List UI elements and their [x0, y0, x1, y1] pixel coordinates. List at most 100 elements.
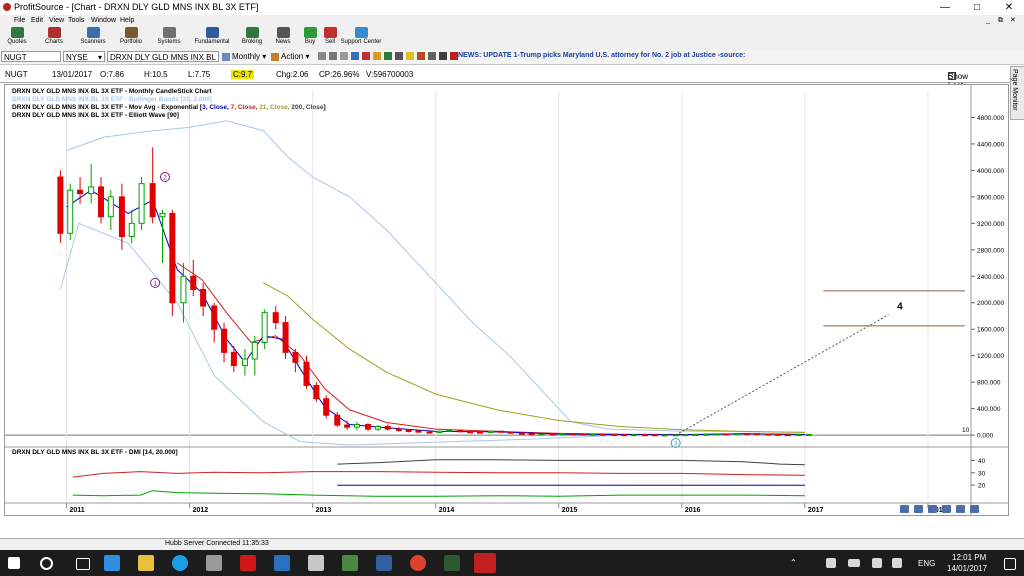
action-menu[interactable]: Action ▾	[271, 52, 309, 61]
menu-tools[interactable]: Tools	[68, 15, 84, 26]
vpn-app-icon[interactable]	[376, 555, 392, 571]
candle-body	[323, 398, 330, 416]
battery-icon[interactable]	[848, 559, 860, 567]
mdi-minimize-button[interactable]: _	[986, 15, 990, 26]
k-app-icon[interactable]	[240, 555, 256, 571]
exchange-select[interactable]: NYSE ▾	[63, 51, 105, 62]
candle-body	[590, 433, 597, 436]
zoom-out-icon[interactable]	[329, 52, 337, 60]
dmi-tick-label: 20	[978, 483, 986, 490]
candle-body	[77, 189, 84, 195]
language-indicator[interactable]: ENG	[918, 559, 935, 568]
symbol-input[interactable]: NUGT	[1, 51, 61, 62]
fibonacci-icon[interactable]	[373, 52, 381, 60]
app-logo-icon	[3, 3, 11, 11]
candle-body	[303, 361, 310, 386]
toolbar-buy-button[interactable]: Buy	[300, 27, 320, 49]
edge-icon[interactable]	[104, 555, 120, 571]
menu-help[interactable]: Help	[120, 15, 134, 26]
close-button[interactable]: ✕	[994, 0, 1024, 15]
price-tick-label: 2400.000	[977, 274, 1004, 281]
text-tool-icon[interactable]	[362, 52, 370, 60]
menu-edit[interactable]: Edit	[31, 15, 43, 26]
toolbar-sell-button[interactable]: Sell	[320, 27, 340, 49]
scroll-next-icon[interactable]	[956, 505, 965, 513]
quote-symbol: NUGT	[5, 70, 28, 79]
bulb-icon[interactable]	[406, 52, 414, 60]
year-label: 2011	[70, 507, 85, 514]
taskbar-time[interactable]: 12:01 PM	[952, 553, 986, 562]
tray-chevron-icon[interactable]: ⌃	[790, 558, 797, 567]
candle-body	[353, 423, 360, 428]
task-view-icon[interactable]	[76, 558, 90, 570]
zoom-in-icon[interactable]	[318, 52, 326, 60]
trading-app-icon[interactable]	[444, 555, 460, 571]
candle-body	[334, 414, 341, 426]
taskbar-date[interactable]: 14/01/2017	[947, 564, 987, 573]
chart-area[interactable]: 2 1 3 4 0.000 400.000 800.000 1200.000 1600.000…	[4, 84, 1009, 516]
search-icon[interactable]	[40, 557, 53, 570]
candle-body	[538, 433, 545, 436]
maximize-button[interactable]: □	[962, 0, 992, 15]
toolbar-news-button[interactable]: News	[272, 27, 294, 49]
crosshair-icon[interactable]	[340, 52, 348, 60]
candle-body	[753, 433, 760, 436]
menu-file[interactable]: File	[14, 15, 25, 26]
windows-start-icon[interactable]	[8, 557, 20, 569]
channel-icon[interactable]	[384, 52, 392, 60]
scroll-end-icon[interactable]	[970, 505, 979, 513]
file-explorer-icon[interactable]	[138, 555, 154, 571]
notifications-icon[interactable]	[1004, 558, 1016, 570]
action-icon	[271, 52, 279, 61]
mdi-close-button[interactable]: ✕	[1010, 15, 1016, 26]
profitsource-taskbar-icon[interactable]	[474, 553, 496, 573]
arrow-icon[interactable]	[395, 52, 403, 60]
price-tick-label: 2800.000	[977, 247, 1004, 254]
menu-view[interactable]: View	[49, 15, 64, 26]
candle-body	[426, 431, 433, 434]
toolbar-quotes-button[interactable]: Quotes	[4, 27, 30, 49]
volume-icon[interactable]	[892, 558, 902, 568]
toolbar-charts-button[interactable]: Charts	[40, 27, 68, 49]
toolbar-fundamental-button[interactable]: Fundamental	[192, 27, 232, 49]
toolbar-portfolio-button[interactable]: Portfolio	[116, 27, 146, 49]
scroll-home-icon[interactable]	[928, 505, 937, 513]
alert-icon[interactable]	[450, 52, 458, 60]
year-label: 2012	[193, 507, 209, 514]
wifi-icon[interactable]	[872, 558, 882, 568]
print-icon[interactable]	[439, 52, 447, 60]
security-description-field[interactable]: DRXN DLY GLD MNS INX BL 3X	[107, 51, 219, 62]
candle-body	[641, 434, 648, 437]
gear-icon[interactable]	[428, 52, 436, 60]
mdi-restore-button[interactable]: ⧉	[998, 15, 1003, 26]
skype-icon[interactable]	[172, 555, 188, 571]
menu-window[interactable]: Window	[91, 15, 116, 26]
chart-app-icon[interactable]	[342, 555, 358, 571]
toolbar-support-center-button[interactable]: Support Center	[340, 27, 382, 49]
year-label: 2017	[808, 507, 824, 514]
quotes-icon	[10, 27, 24, 38]
news-ticker[interactable]: NEWS: UPDATE 1-Trump picks Maryland U.S.…	[458, 52, 745, 59]
page-monitor-tab[interactable]: Page Monitor	[1010, 66, 1024, 120]
toolbar-scanners-button[interactable]: Scanners	[78, 27, 108, 49]
zoom-in-icon[interactable]	[900, 505, 909, 513]
pinned-app-icon[interactable]	[308, 555, 324, 571]
calculator-icon[interactable]	[206, 555, 222, 571]
toolbar-systems-button[interactable]: Systems	[154, 27, 184, 49]
chrome-icon[interactable]	[410, 555, 426, 571]
minimize-button[interactable]: —	[930, 0, 960, 15]
zoom-out-icon[interactable]	[914, 505, 923, 513]
price-tick-label: 400.000	[977, 406, 1001, 413]
flag-icon[interactable]	[417, 52, 425, 60]
wave-label: 4	[897, 301, 903, 312]
sell-icon	[323, 27, 337, 38]
trendline-icon[interactable]	[351, 52, 359, 60]
candle-body	[395, 428, 402, 431]
period-select[interactable]: Monthly ▾	[222, 52, 266, 61]
scroll-prev-icon[interactable]	[942, 505, 951, 513]
shield-app-icon[interactable]	[274, 555, 290, 571]
server-status: Hubb Server Connected 11:35:33	[165, 540, 269, 547]
network-icon[interactable]	[826, 558, 836, 568]
year-label: 2013	[316, 507, 332, 514]
toolbar-broking-button[interactable]: Broking	[238, 27, 266, 49]
